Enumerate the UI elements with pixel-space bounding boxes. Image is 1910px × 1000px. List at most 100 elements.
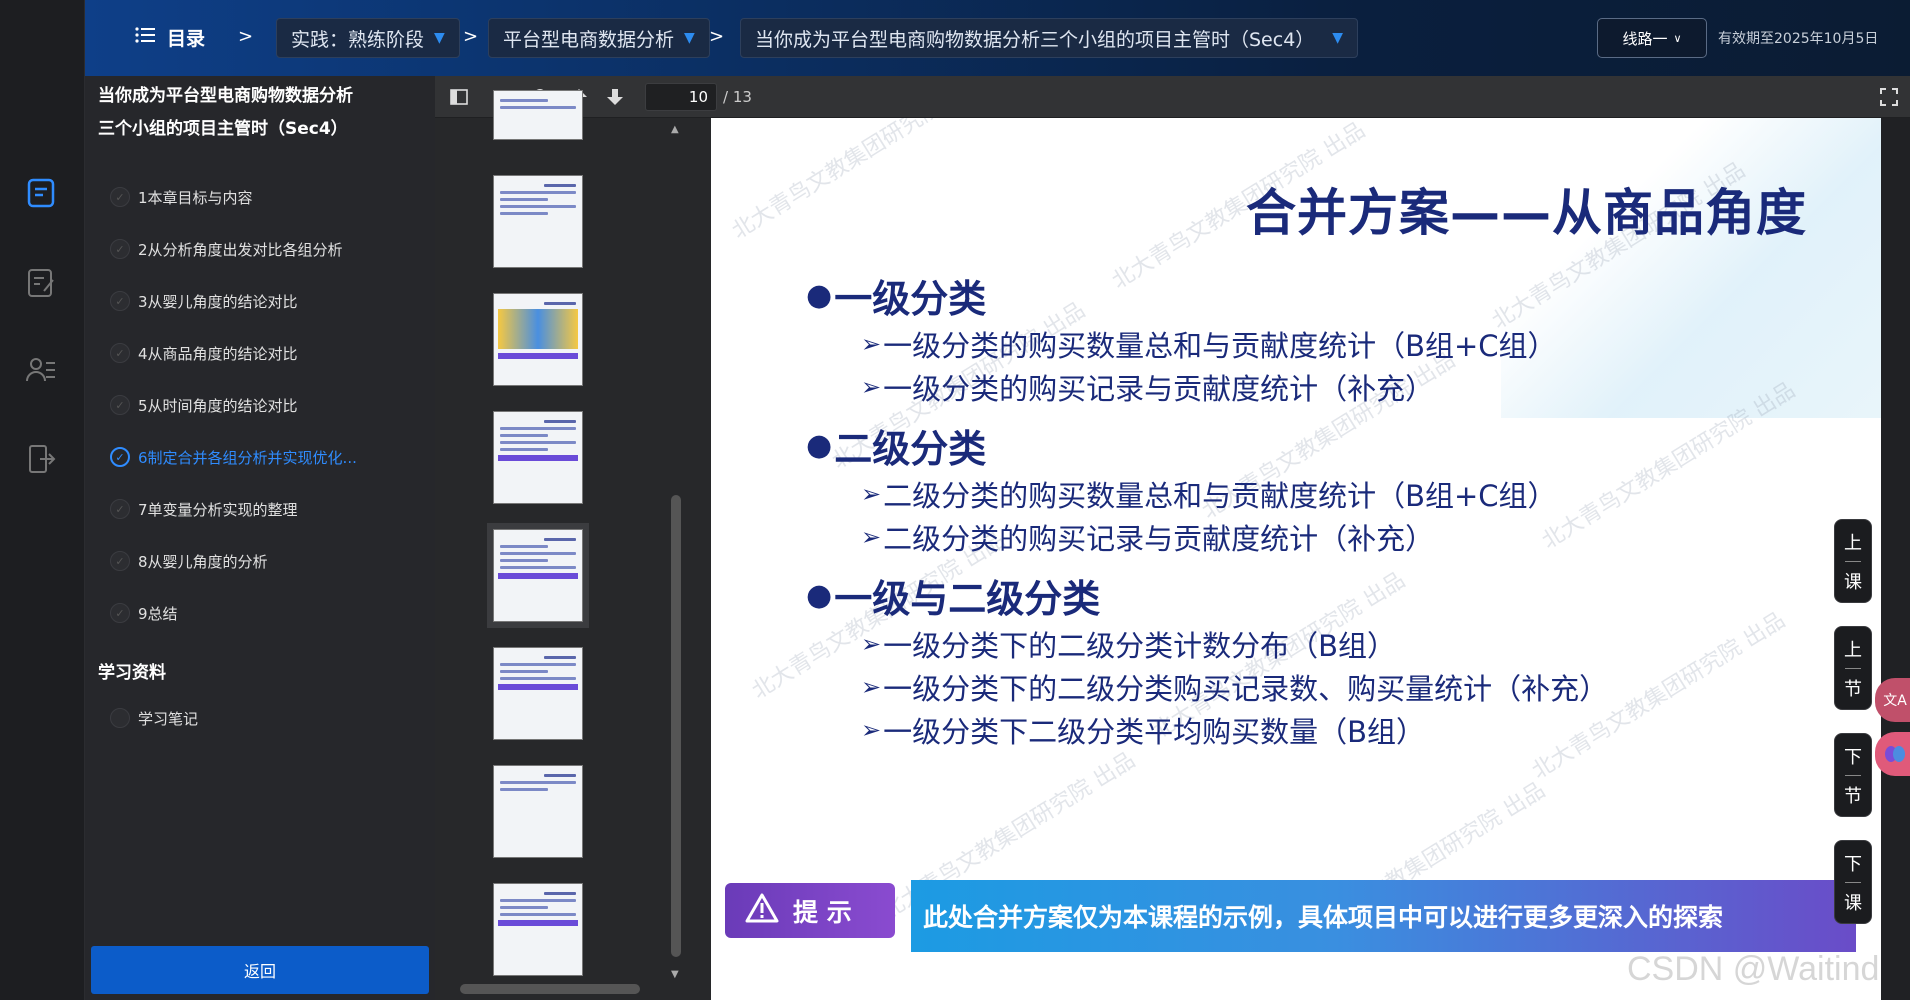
nav-divider [1845,881,1861,883]
check-icon: ✓ [110,187,130,207]
lesson-item[interactable]: ✓ 9总结 [110,598,178,628]
next-lesson-button[interactable]: 下课 [1834,840,1872,924]
course-outline-icon[interactable] [22,174,60,212]
lesson-item[interactable]: ✓ 2从分析角度出发对比各组分析 [110,234,343,264]
bullet-heading: ● 二级分类 [806,418,986,473]
arrow-bullet-icon: ➢ [861,716,882,744]
nav-char: 上 [1844,639,1862,661]
bullet-item-text: 一级分类的购买数量总和与贡献度统计（B组+C组） [883,329,1557,363]
bullet-dot-icon: ● [806,578,833,613]
bullet-item-text: 二级分类的购买数量总和与贡献度统计（B组+C组） [883,479,1557,513]
page-thumbnail[interactable] [493,411,583,504]
page-thumbnail[interactable] [493,883,583,976]
page-thumbnail[interactable] [493,175,583,268]
lesson-label: 5从时间角度的结论对比 [138,396,298,415]
tip-text: 此处合并方案仅为本课程的示例，具体项目中可以进行更多更深入的探索 [911,880,1856,952]
lesson-label: 7单变量分析实现的整理 [138,500,298,519]
breadcrumb-course-label: 平台型电商数据分析 [503,28,675,51]
scroll-up-icon[interactable]: ▲ [671,124,679,135]
nav-char: 下 [1844,853,1862,875]
tip-label: 提 示 [793,897,852,927]
bullet-item: ➢ 一级分类的购买记录与贡献度统计（补充） [861,366,1434,408]
bullet-item-text: 二级分类的购买记录与贡献度统计（补充） [883,522,1435,556]
breadcrumb-separator: > [238,26,254,47]
check-icon: ✓ [110,239,130,259]
bullet-item: ➢ 一级分类下的二级分类计数分布（B组） [861,623,1396,665]
check-icon [110,708,130,728]
notes-icon[interactable] [22,264,60,302]
slide-title: 合并方案——从商品角度 [1246,184,1807,242]
exit-icon[interactable] [22,440,60,478]
check-icon: ✓ [110,551,130,571]
scrollbar-thumb[interactable] [671,495,681,957]
lesson-item[interactable]: ✓ 7单变量分析实现的整理 [110,494,298,524]
tip-badge: 提 示 [725,883,895,938]
bullet-heading: ● 一级与二级分类 [806,568,1100,623]
bullet-heading-text: 一级与二级分类 [834,577,1101,621]
breadcrumb-chapter[interactable]: 当你成为平台型电商购物数据分析三个小组的项目主管时（Sec4） ▼ [740,18,1359,58]
bullet-item: ➢ 二级分类的购买数量总和与贡献度统计（B组+C组） [861,473,1557,515]
page-thumbnail[interactable] [493,90,583,140]
translate-icon[interactable]: 文A [1875,678,1910,722]
back-button[interactable]: 返回 [91,946,429,994]
bullet-dot-icon: ● [806,428,833,463]
bullet-item-text: 一级分类下的二级分类计数分布（B组） [883,629,1397,663]
warning-icon [745,893,779,929]
lesson-item[interactable]: ✓ 1本章目标与内容 [110,182,253,212]
check-icon: ✓ [110,395,130,415]
page-thumbnail[interactable] [493,765,583,858]
breadcrumb-separator: > [463,26,479,47]
lesson-label: 4从商品角度的结论对比 [138,344,298,363]
nav-char: 节 [1844,785,1862,807]
bullet-item: ➢ 一级分类下的二级分类购买记录数、购买量统计（补充） [861,666,1608,708]
slide-decoration [1501,118,1881,418]
nav-divider [1845,560,1861,562]
nav-char: 下 [1844,746,1862,768]
toc-label: 目录 [167,28,206,50]
material-label: 学习笔记 [138,709,199,728]
next-page-icon[interactable] [601,84,629,110]
prev-lesson-button[interactable]: 上课 [1834,519,1872,603]
material-item[interactable]: 学习笔记 [110,703,198,733]
check-icon: ✓ [110,343,130,363]
lesson-label: 6制定合并各组分析并实现优化... [138,448,357,467]
breadcrumb-stage[interactable]: 实践：熟练阶段 ▼ [276,18,460,58]
nav-divider [1845,774,1861,776]
arrow-bullet-icon: ➢ [861,673,882,701]
list-icon [135,26,155,49]
arrow-bullet-icon: ➢ [861,480,882,508]
fullscreen-icon[interactable] [1875,84,1903,110]
pdf-toolbar: 10 / 13 [435,76,1910,118]
lesson-item[interactable]: ✓ 5从时间角度的结论对比 [110,390,298,420]
toc-button[interactable]: 目录 [135,24,205,51]
page-thumbnail[interactable] [493,293,583,386]
bullet-item-text: 一级分类的购买记录与贡献度统计（补充） [883,372,1435,406]
group-icon[interactable] [22,352,60,390]
breadcrumb-course[interactable]: 平台型电商数据分析 ▼ [488,18,710,58]
lesson-item[interactable]: ✓ 4从商品角度的结论对比 [110,338,298,368]
page-thumbnail-current[interactable] [487,523,589,628]
lesson-item-active[interactable]: ✓ 6制定合并各组分析并实现优化... [110,442,357,472]
lesson-item[interactable]: ✓ 8从婴儿角度的分析 [110,546,268,576]
horizontal-scrollbar[interactable] [460,984,640,994]
page-thumbnail[interactable] [493,647,583,740]
bullet-item-text: 一级分类下的二级分类购买记录数、购买量统计（补充） [883,672,1609,706]
prev-section-button[interactable]: 上节 [1834,626,1872,710]
scroll-down-icon[interactable]: ▼ [671,969,679,980]
chevron-down-icon: ∨ [1673,31,1682,45]
lesson-label: 9总结 [138,604,178,623]
sidebar-toggle-icon[interactable] [445,84,473,110]
lesson-item[interactable]: ✓ 3从婴儿角度的结论对比 [110,286,298,316]
nav-divider [1845,667,1861,669]
check-icon: ✓ [110,603,130,623]
breadcrumb-stage-label: 实践：熟练阶段 [291,28,425,51]
nav-char: 课 [1844,892,1862,914]
line-select-button[interactable]: 线路一 ∨ [1597,18,1707,58]
next-section-button[interactable]: 下节 [1834,733,1872,817]
csdn-watermark: CSDN @Waitind [1627,950,1880,988]
lesson-label: 2从分析角度出发对比各组分析 [138,240,343,259]
ai-brain-icon[interactable] [1875,732,1910,776]
bullet-heading: ● 一级分类 [806,268,986,323]
lesson-label: 8从婴儿角度的分析 [138,552,268,571]
page-number-input[interactable]: 10 [645,83,717,111]
